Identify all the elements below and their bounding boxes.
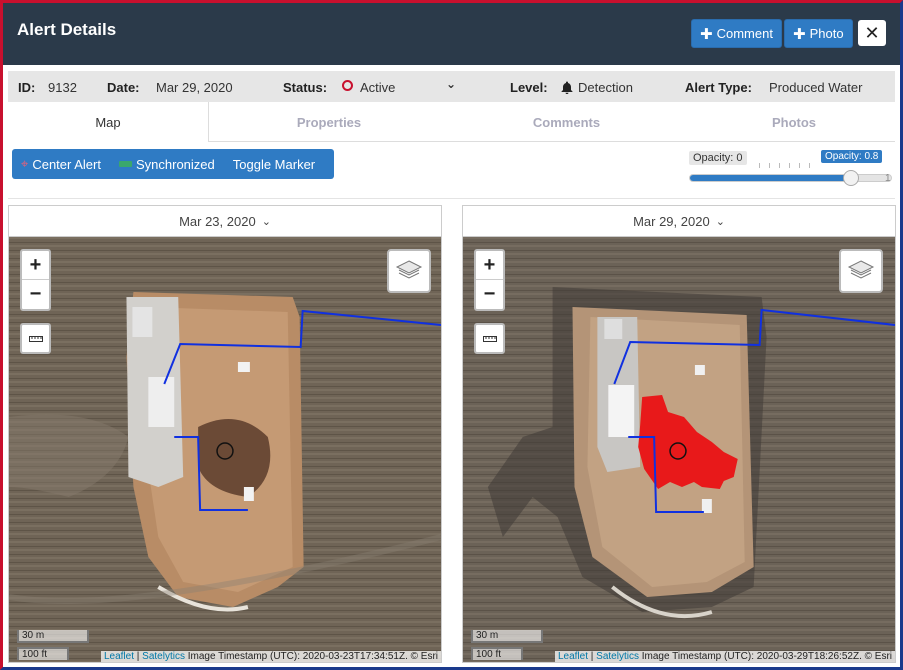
- map-date: Mar 29, 2020: [633, 213, 710, 229]
- add-comment-button[interactable]: ✚ Comment: [691, 19, 782, 48]
- alert-type-value: Produced Water: [769, 80, 863, 95]
- map-attribution: Leaflet | Satelytics Image Timestamp (UT…: [554, 651, 895, 662]
- chevron-down-icon: ⌄: [715, 215, 725, 228]
- alert-details-dialog: Alert Details ✚ Comment ✚ Photo ✕ ID: 91…: [0, 0, 903, 670]
- date-label: Date:: [107, 80, 140, 95]
- satellite-map[interactable]: [9, 237, 441, 663]
- opacity-min-label: Opacity: 0: [689, 151, 747, 165]
- date-value: Mar 29, 2020: [156, 80, 233, 95]
- id-value: 9132: [48, 80, 77, 95]
- opacity-handle[interactable]: [842, 170, 859, 186]
- tab-comments[interactable]: Comments: [449, 102, 684, 142]
- dialog-header: Alert Details ✚ Comment ✚ Photo ✕: [3, 3, 900, 65]
- ruler-icon: [482, 335, 497, 342]
- measure-button[interactable]: [474, 323, 505, 354]
- leaflet-link[interactable]: Leaflet: [558, 651, 588, 662]
- map-toolbar: ⌖ Center Alert Synchronized Toggle Marke…: [12, 149, 334, 179]
- level-label: Level:: [510, 80, 548, 95]
- level-value: Detection: [578, 80, 633, 95]
- layers-icon: [847, 260, 875, 279]
- bell-icon: [561, 81, 573, 94]
- opacity-slider[interactable]: Opacity: 0 Opacity: 0.8 1: [689, 149, 892, 189]
- synchronized-toggle[interactable]: Synchronized: [110, 149, 224, 179]
- zoom-in-button[interactable]: +: [22, 251, 49, 280]
- scale-bar-metric: 30 m: [471, 630, 543, 643]
- layers-icon: [395, 260, 423, 279]
- layers-button[interactable]: [387, 249, 431, 293]
- toggle-marker-button[interactable]: Toggle Marker: [224, 149, 324, 179]
- dialog-title: Alert Details: [17, 20, 117, 39]
- sync-bar-icon: [118, 161, 132, 167]
- zoom-control: + −: [20, 249, 51, 311]
- tab-properties[interactable]: Properties: [209, 102, 449, 142]
- tab-photos[interactable]: Photos: [684, 102, 900, 142]
- satelytics-link[interactable]: Satelytics: [142, 651, 185, 662]
- chevron-down-icon: ⌄: [261, 215, 271, 228]
- alert-type-label: Alert Type:: [685, 80, 752, 95]
- date-selector[interactable]: Mar 29, 2020 ⌄: [463, 206, 895, 237]
- circle-icon: [342, 80, 353, 91]
- chevron-down-icon[interactable]: ⌄: [446, 77, 456, 91]
- add-photo-button[interactable]: ✚ Photo: [784, 19, 853, 48]
- tab-bar: Map Properties Comments Photos: [8, 102, 895, 142]
- opacity-fill: [690, 175, 851, 181]
- close-icon: ✕: [864, 22, 880, 43]
- ruler-icon: [28, 335, 43, 342]
- satelytics-link[interactable]: Satelytics: [596, 651, 639, 662]
- zoom-out-button[interactable]: −: [476, 280, 503, 309]
- crosshair-icon: ⌖: [21, 156, 29, 171]
- tab-map[interactable]: Map: [8, 102, 209, 142]
- date-selector[interactable]: Mar 23, 2020 ⌄: [9, 206, 441, 237]
- map-date: Mar 23, 2020: [179, 213, 256, 229]
- satellite-map[interactable]: [463, 237, 895, 663]
- scale-bar-metric: 30 m: [17, 630, 89, 643]
- center-alert-button[interactable]: ⌖ Center Alert: [12, 149, 110, 179]
- zoom-in-button[interactable]: +: [476, 251, 503, 280]
- plus-icon: ✚: [793, 25, 806, 43]
- map-attribution: Leaflet | Satelytics Image Timestamp (UT…: [100, 651, 441, 662]
- zoom-out-button[interactable]: −: [22, 280, 49, 309]
- id-label: ID:: [18, 80, 36, 95]
- map-pane-before: Mar 23, 2020 ⌄ + − 30 m 100 ft Leaflet |…: [8, 205, 442, 663]
- status-label: Status:: [283, 80, 328, 95]
- layers-button[interactable]: [839, 249, 883, 293]
- plus-icon: ✚: [700, 25, 713, 43]
- measure-button[interactable]: [20, 323, 51, 354]
- opacity-current-label: Opacity: 0.8: [821, 150, 883, 163]
- leaflet-link[interactable]: Leaflet: [104, 651, 134, 662]
- map-pane-after: Mar 29, 2020 ⌄ + − 30 m 100 ft Leaflet |…: [462, 205, 896, 663]
- status-value[interactable]: Active: [360, 80, 395, 95]
- opacity-max-label: 1: [885, 173, 891, 184]
- scale-bar-imperial: 100 ft: [17, 647, 69, 660]
- alert-info-bar: ID: 9132 Date: Mar 29, 2020 Status: Acti…: [8, 71, 895, 102]
- close-button[interactable]: ✕: [858, 20, 886, 46]
- opacity-track[interactable]: [689, 170, 892, 186]
- zoom-control: + −: [474, 249, 505, 311]
- scale-bar-imperial: 100 ft: [471, 647, 523, 660]
